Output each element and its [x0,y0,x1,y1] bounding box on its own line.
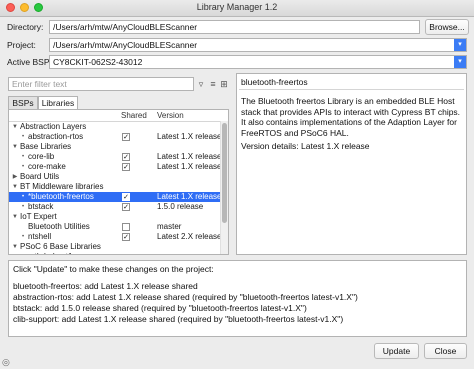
tree-category-row[interactable]: ▼ BT Middleware libraries [9,182,221,192]
tree-category-row[interactable]: ▶ Board Utils [9,172,221,182]
tree-category-row[interactable]: ▼ IoT Expert [9,212,221,222]
tree-library-row[interactable]: • abstraction-rtos ✓ Latest 1.X release [9,132,221,142]
detail-title: bluetooth-freertos [241,77,308,87]
column-version: Version [157,111,184,120]
tree-library-row[interactable]: • core-make ✓ Latest 1.X release [9,162,221,172]
bullet-icon: • [21,164,25,170]
shared-checkbox[interactable] [122,223,130,231]
tree-library-row[interactable]: • btstack ✓ 1.5.0 release [9,202,221,212]
shared-checkbox[interactable]: ✓ [122,153,130,161]
shared-checkbox[interactable]: ✓ [122,203,130,211]
column-shared: Shared [121,111,147,120]
bullet-icon: • [21,234,25,240]
tree-category-row[interactable]: ▼ PSoC 6 Base Libraries [9,242,221,252]
disclosure-closed-icon[interactable]: ▶ [11,172,19,182]
shared-checkbox[interactable]: ✓ [122,163,130,171]
tree-library-row[interactable]: Bluetooth Utilities master [9,222,221,232]
project-select-value: /Users/arh/mtw/AnyCloudBLEScanner [53,40,198,50]
bsp-select-value: CY8CKIT-062S2-43012 [53,57,143,67]
collapse-all-icon[interactable]: ≡ [208,78,218,90]
disclosure-open-icon[interactable]: ▼ [11,122,19,132]
browse-button[interactable]: Browse... [425,19,469,35]
tree-library-row[interactable]: • core-lib ✓ Latest 1.X release [9,152,221,162]
tree-category-row[interactable]: ▼ Base Libraries [9,142,221,152]
shared-checkbox[interactable]: ✓ [122,193,130,201]
change-line: bluetooth-freertos: add Latest 1.X relea… [13,281,198,291]
tree-library-row[interactable]: • ntshell ✓ Latest 2.X release [9,232,221,242]
project-select[interactable]: /Users/arh/mtw/AnyCloudBLEScanner ▾ [49,38,467,52]
directory-input[interactable]: /Users/arh/mtw/AnyCloudBLEScanner [49,20,420,34]
changes-intro: Click "Update" to make these changes on … [13,264,214,274]
disclosure-open-icon[interactable]: ▼ [11,182,19,192]
chevron-down-icon: ▾ [454,56,466,68]
tab-bsps[interactable]: BSPs [8,96,38,109]
library-detail-panel: bluetooth-freertos The Bluetooth freerto… [236,73,467,255]
chevron-down-icon: ▾ [454,39,466,51]
bullet-icon: • [21,154,25,160]
detail-divider [239,89,464,90]
update-button[interactable]: Update [374,343,419,359]
window-title: Library Manager 1.2 [196,2,278,12]
filter-funnel-icon[interactable]: ▿ [196,78,206,90]
change-line: btstack: add 1.5.0 release shared (requi… [13,303,307,313]
bullet-icon: • [21,134,25,140]
change-line: abstraction-rtos: add Latest 1.X release… [13,292,358,302]
tree-header: Shared Version [9,110,228,122]
detail-description: The Bluetooth freertos Library is an emb… [241,96,461,138]
shared-checkbox[interactable]: ✓ [122,233,130,241]
bsp-select[interactable]: CY8CKIT-062S2-43012 ▾ [49,55,467,69]
project-label: Project: [7,40,36,50]
bsp-label: Active BSP: [7,57,52,67]
tree-scrollbar[interactable] [220,121,228,254]
resize-grip-icon[interactable]: ◎ [2,357,12,367]
disclosure-open-icon[interactable]: ▼ [11,142,19,152]
disclosure-open-icon[interactable]: ▼ [11,212,19,222]
directory-label: Directory: [7,22,44,32]
tab-libraries[interactable]: Libraries [38,96,78,109]
tree-category-row[interactable]: ▼ Abstraction Layers [9,122,221,132]
library-tree[interactable]: Shared Version ▼ Abstraction Layers • ab… [8,109,229,255]
pending-changes-panel: Click "Update" to make these changes on … [8,260,467,337]
close-button[interactable]: Close [424,343,467,359]
tree-scrollbar-thumb[interactable] [222,123,227,223]
disclosure-open-icon[interactable]: ▼ [11,242,19,252]
expand-all-icon[interactable]: ⊞ [219,78,229,90]
bullet-icon: • [21,204,25,210]
shared-checkbox[interactable]: ✓ [122,133,130,141]
tree-library-row-selected[interactable]: • *bluetooth-freertos ✓ Latest 1.X relea… [9,192,221,202]
tree-library-row[interactable]: mtb-hal-cat1 [9,252,221,254]
change-line: clib-support: add Latest 1.X release sha… [13,314,344,324]
detail-version: Version details: Latest 1.X release [241,141,370,151]
bullet-icon: • [21,194,25,200]
filter-input[interactable]: Enter filter text [8,77,194,91]
